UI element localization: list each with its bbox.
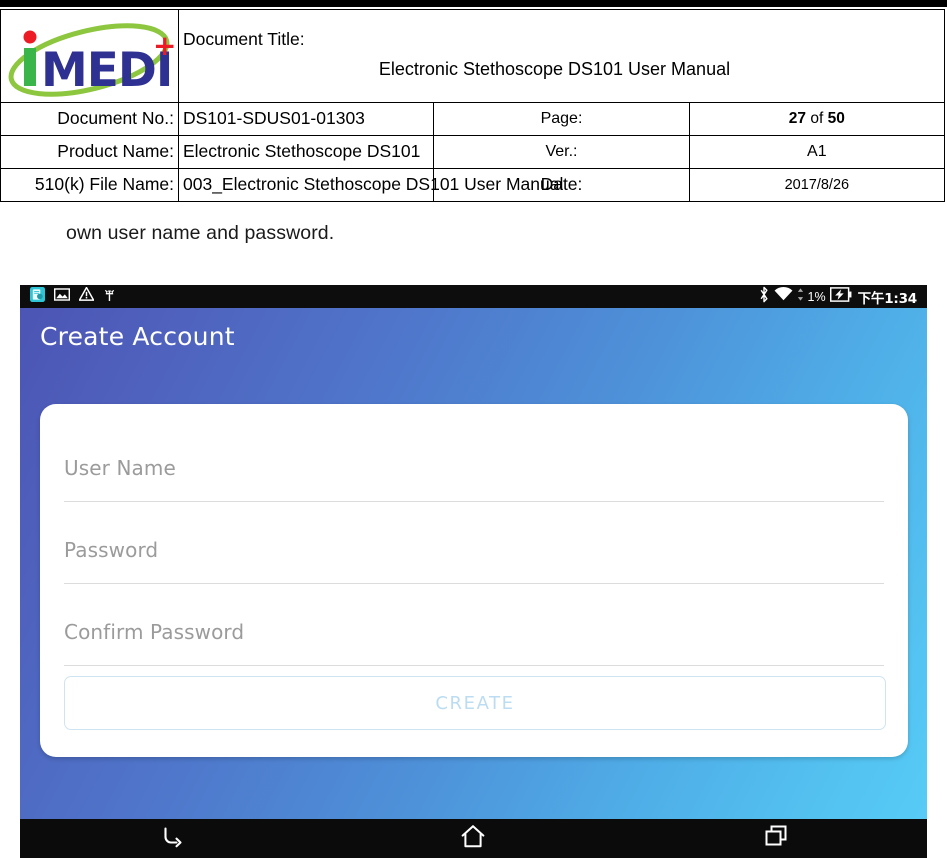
- password-placeholder: Password: [64, 538, 159, 562]
- page-title: Create Account: [40, 322, 235, 351]
- warning-triangle-icon: [78, 286, 95, 306]
- app-background: Create Account User Name Password Confir…: [20, 308, 927, 819]
- page-value: 27 of 50: [688, 102, 946, 136]
- page-label: Page:: [433, 102, 690, 136]
- product-name-value: Electronic Stethoscope DS101: [177, 135, 435, 169]
- create-button-label: CREATE: [435, 692, 515, 714]
- table-row: 510(k) File Name: 003_Electronic Stethos…: [0, 168, 946, 202]
- date-value: 2017/8/26: [688, 168, 946, 202]
- document-title-cell: Document Title: Electronic Stethoscope D…: [178, 9, 945, 103]
- create-account-card: User Name Password Confirm Password CREA…: [40, 404, 908, 757]
- page-total: 50: [827, 109, 845, 127]
- document-no-label: Document No.:: [0, 102, 179, 136]
- imedi-logo: MEDI +: [1, 15, 176, 97]
- page-top-rule: [0, 0, 947, 7]
- confirm-password-underline: [64, 665, 884, 666]
- document-no-value: DS101-SDUS01-01303: [177, 102, 435, 136]
- user-name-placeholder: User Name: [64, 456, 176, 480]
- battery-percent-label: 1%: [807, 289, 826, 304]
- data-transfer-arrows-icon: [797, 287, 804, 307]
- status-bar-clock: 下午1:34: [857, 290, 918, 307]
- page-current: 27: [788, 109, 807, 127]
- home-icon: [460, 824, 486, 854]
- file-name-label: 510(k) File Name:: [0, 168, 179, 202]
- android-screenshot-figure: 1% 下午1:34 Create Account User Name Passw…: [20, 285, 927, 858]
- logo-cell: MEDI +: [0, 9, 179, 103]
- svg-text:+: +: [153, 29, 176, 62]
- body-paragraph: own user name and password.: [66, 222, 335, 244]
- document-title-label: Document Title:: [183, 29, 305, 50]
- adb-bug-icon: [103, 287, 116, 307]
- screenshot-image-icon: [54, 287, 70, 306]
- confirm-password-field[interactable]: Confirm Password: [64, 584, 884, 666]
- bluetooth-icon: [758, 286, 770, 308]
- wifi-icon: [774, 286, 793, 307]
- battery-charging-icon: [829, 286, 852, 307]
- app-document-icon: [30, 286, 45, 307]
- confirm-password-placeholder: Confirm Password: [64, 620, 245, 644]
- version-value: A1: [688, 135, 946, 169]
- product-name-label: Product Name:: [0, 135, 179, 169]
- user-name-field[interactable]: User Name: [64, 420, 884, 502]
- page-of: of: [810, 109, 824, 127]
- android-status-bar: 1% 下午1:34: [20, 285, 927, 308]
- password-field[interactable]: Password: [64, 502, 884, 584]
- status-bar-system-icons: 1% 下午1:34: [758, 286, 921, 308]
- document-header-table: MEDI + Document Title: Electronic Stetho…: [0, 9, 946, 202]
- header-title-row: MEDI + Document Title: Electronic Stetho…: [0, 9, 945, 103]
- table-row: Product Name: Electronic Stethoscope DS1…: [0, 135, 946, 169]
- file-name-value: 003_Electronic Stethoscope DS101 User Ma…: [177, 168, 563, 202]
- create-button[interactable]: CREATE: [64, 676, 886, 730]
- version-label: Ver.:: [433, 135, 690, 169]
- status-bar-notifications: [26, 286, 116, 307]
- back-button[interactable]: [20, 819, 322, 858]
- home-button[interactable]: [322, 819, 624, 858]
- document-title-value: Electronic Stethoscope DS101 User Manual: [378, 58, 731, 79]
- table-row: Document No.: DS101-SDUS01-01303 Page: 2…: [0, 102, 946, 136]
- android-navigation-bar: [20, 819, 927, 858]
- recents-button[interactable]: [625, 819, 927, 858]
- back-icon: [158, 824, 184, 853]
- recents-icon: [763, 824, 789, 853]
